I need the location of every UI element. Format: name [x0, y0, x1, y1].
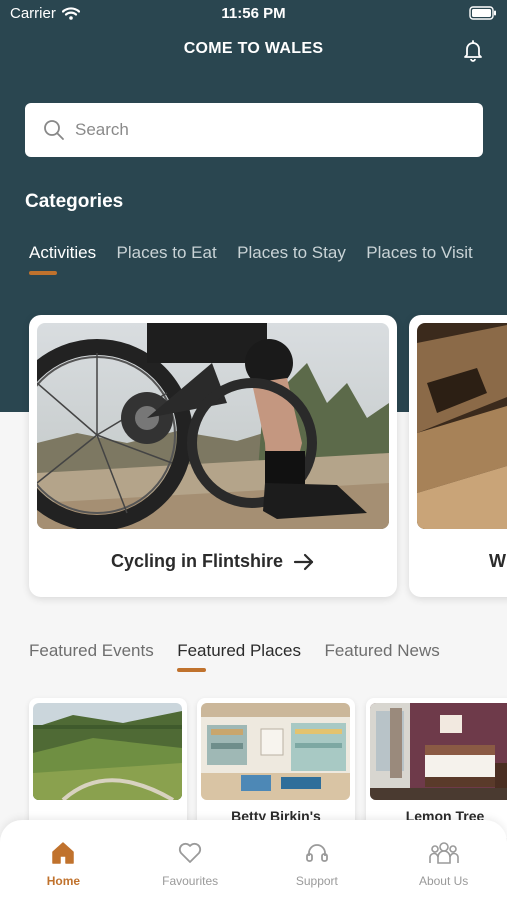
tab-featured-places[interactable]: Featured Places: [177, 641, 301, 672]
featured-photo-hotel-room: [370, 703, 507, 800]
tab-places-to-stay[interactable]: Places to Stay: [237, 243, 346, 263]
featured-tabs: Featured Events Featured Places Featured…: [29, 641, 459, 672]
home-icon: [52, 842, 75, 864]
categories-heading: Categories: [25, 191, 124, 212]
nav-about-us[interactable]: About Us: [380, 820, 507, 900]
featured-photo-cafe: [201, 703, 350, 800]
bottom-navigation: Home Favourites Support About Us: [0, 820, 507, 900]
status-bar: Carrier 11:56 PM: [0, 0, 507, 28]
status-time: 11:56 PM: [221, 5, 286, 22]
activity-card-cycling[interactable]: Cycling in Flintshire: [29, 315, 397, 597]
search-icon: [44, 120, 64, 140]
nav-home[interactable]: Home: [0, 820, 127, 900]
nav-support[interactable]: Support: [254, 820, 381, 900]
bell-icon[interactable]: [461, 38, 485, 62]
tab-activities[interactable]: Activities: [29, 243, 96, 275]
featured-card-1[interactable]: [29, 698, 187, 838]
nav-favourites[interactable]: Favourites: [127, 820, 254, 900]
nav-about-us-label: About Us: [418, 874, 469, 888]
tab-places-to-eat[interactable]: Places to Eat: [117, 243, 217, 263]
nav-home-label: Home: [46, 874, 81, 888]
featured-card-2[interactable]: Betty Birkin's: [197, 698, 355, 838]
search-bar[interactable]: [25, 103, 483, 157]
cycling-photo: [37, 323, 389, 529]
activity-card-2[interactable]: W: [409, 315, 507, 597]
tab-places-to-visit[interactable]: Places to Visit: [366, 243, 472, 263]
category-tabs: Activities Places to Eat Places to Stay …: [29, 243, 507, 283]
featured-card-3[interactable]: Lemon Tree: [366, 698, 507, 838]
tab-featured-events[interactable]: Featured Events: [29, 641, 154, 661]
heart-icon: [179, 842, 202, 863]
activity-title-2: W: [489, 551, 506, 571]
activity-card-caption: Cycling in Flintshire: [29, 551, 397, 572]
activity-photo-2: [417, 323, 507, 529]
arrow-right-icon[interactable]: [293, 553, 315, 571]
search-input[interactable]: [75, 120, 435, 140]
featured-photo-hills: [33, 703, 182, 800]
nav-support-label: Support: [295, 874, 338, 888]
tab-featured-news[interactable]: Featured News: [324, 641, 439, 661]
battery-icon: [469, 6, 496, 20]
nav-favourites-label: Favourites: [162, 874, 219, 888]
headset-icon: [305, 844, 328, 862]
activity-title: Cycling in Flintshire: [110, 551, 284, 571]
people-icon: [428, 842, 459, 864]
app-title: COME TO WALES: [183, 40, 324, 57]
